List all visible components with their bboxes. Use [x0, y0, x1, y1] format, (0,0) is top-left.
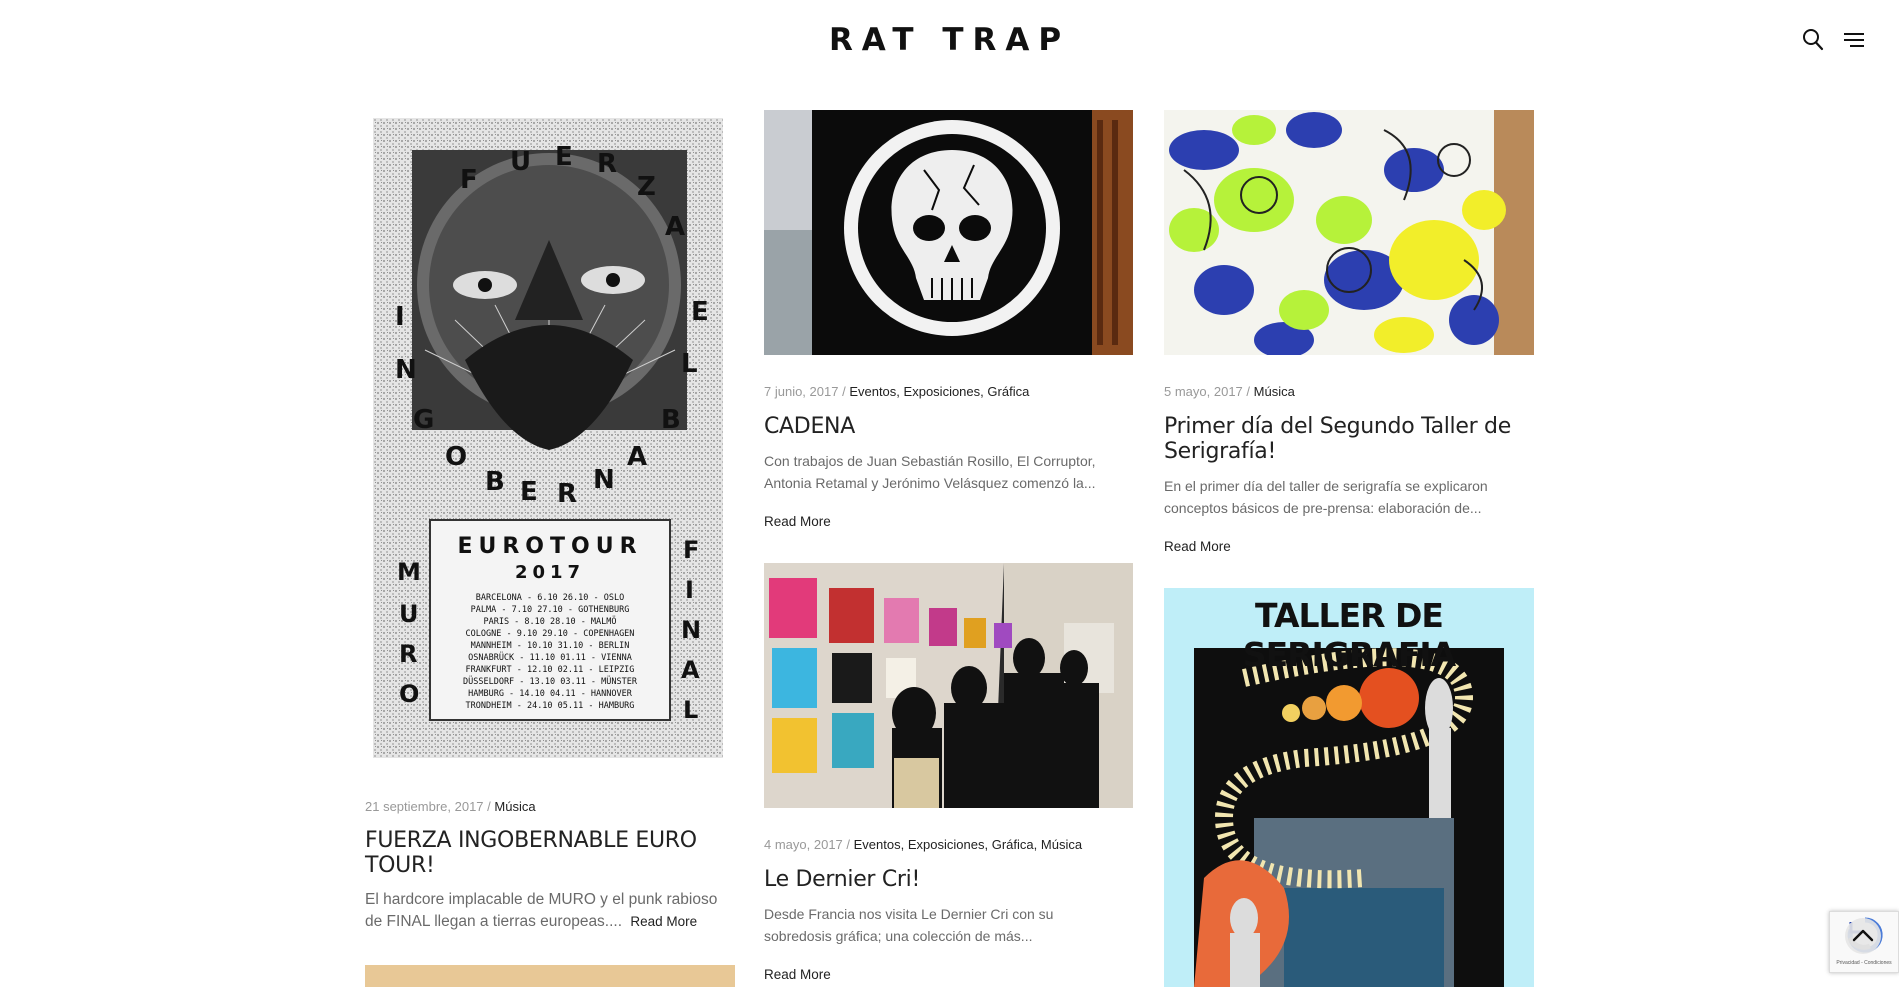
svg-text:2017: 2017	[515, 562, 585, 583]
post-date: 4 mayo, 2017	[764, 837, 843, 852]
post-meta: 21 septiembre, 2017 / Música	[365, 799, 536, 814]
post-excerpt: Con trabajos de Juan Sebastián Rosillo, …	[764, 453, 1096, 491]
post-title[interactable]: FUERZA INGOBERNABLE EURO TOUR!	[365, 828, 735, 878]
svg-text:EUROTOUR: EUROTOUR	[457, 534, 642, 559]
category-link[interactable]: Eventos	[849, 384, 896, 399]
category-link[interactable]: Música	[494, 799, 535, 814]
post-title[interactable]: Le Dernier Cri!	[764, 867, 1134, 892]
post-excerpt: En el primer día del taller de serigrafí…	[1164, 478, 1488, 516]
category-link[interactable]: Música	[1041, 837, 1082, 852]
svg-text:L: L	[681, 349, 698, 379]
category-link[interactable]: Exposiciones	[904, 384, 981, 399]
post-date: 5 mayo, 2017	[1164, 384, 1243, 399]
read-more-link[interactable]: Read More	[764, 514, 831, 529]
category-link[interactable]: Gráfica	[987, 384, 1029, 399]
post-thumbnail-next[interactable]	[365, 965, 735, 987]
chevron-up-icon	[1852, 929, 1874, 942]
category-link[interactable]: Gráfica	[992, 837, 1034, 852]
post-date: 21 septiembre, 2017	[365, 799, 484, 814]
svg-text:A: A	[665, 212, 685, 242]
post-title[interactable]: CADENA	[764, 414, 1134, 439]
svg-text:R: R	[557, 479, 577, 509]
post-title[interactable]: Primer día del Segundo Taller de Serigra…	[1164, 414, 1534, 464]
svg-text:COLOGNE - 9.10 29.10 - COPENH: COLOGNE - 9.10 29.10 - COPENHAGEN	[466, 629, 635, 639]
hamburger-menu-icon[interactable]	[1843, 31, 1865, 49]
svg-text:OSNABRÜCK - 11.10 01.11 - VIE: OSNABRÜCK - 11.10 01.11 - VIENNA	[468, 652, 632, 663]
svg-text:DÜSSELDORF - 13.10 03.11 - MÜ: DÜSSELDORF - 13.10 03.11 - MÜNSTER	[463, 676, 638, 687]
recaptcha-terms[interactable]: Privacidad - Condiciones	[1833, 960, 1895, 966]
svg-text:BARCELONA - 6.10 26.10 - OSLO: BARCELONA - 6.10 26.10 - OSLO	[476, 593, 624, 603]
svg-text:U: U	[399, 600, 419, 628]
svg-text:A: A	[681, 656, 700, 684]
post-thumbnail-fuerza[interactable]: FUE RZA ING OBE RNA BLE MURO FIN AL EURO…	[365, 110, 735, 760]
svg-text:E: E	[555, 142, 573, 172]
svg-text:R: R	[399, 640, 417, 668]
svg-text:E: E	[691, 297, 709, 327]
category-link[interactable]: Música	[1254, 384, 1295, 399]
svg-text:TRONDHEIM - 24.10 05.11 - HAM: TRONDHEIM - 24.10 05.11 - HAMBURG	[466, 701, 635, 711]
post-thumbnail-dernier-cri[interactable]	[764, 563, 1133, 808]
svg-text:L: L	[683, 696, 698, 724]
search-icon[interactable]	[1802, 28, 1824, 52]
svg-text:N: N	[395, 355, 417, 385]
svg-text:HAMBURG - 14.10 04.11 - HANNO: HAMBURG - 14.10 04.11 - HANNOVER	[468, 689, 633, 699]
svg-text:PARIS - 8.10 28.10 - MALMÖ: PARIS - 8.10 28.10 - MALMÖ	[483, 616, 616, 627]
site-header: RAT TRAP	[0, 0, 1899, 80]
site-logo[interactable]: RAT TRAP	[0, 22, 1899, 58]
scroll-to-top-button[interactable]	[1845, 918, 1881, 954]
svg-text:O: O	[399, 680, 419, 708]
read-more-link[interactable]: Read More	[630, 914, 697, 929]
svg-text:B: B	[661, 405, 681, 435]
category-link[interactable]: Eventos	[854, 837, 901, 852]
read-more-link[interactable]: Read More	[764, 967, 831, 982]
svg-text:MANNHEIM - 10.10 31.10 - BERL: MANNHEIM - 10.10 31.10 - BERLIN	[471, 641, 630, 651]
post-thumbnail-taller[interactable]	[1164, 110, 1534, 355]
post-thumbnail-cadena[interactable]	[764, 110, 1133, 355]
svg-text:FRANKFURT - 12.10 02.11 - LEI: FRANKFURT - 12.10 02.11 - LEIPZIG	[466, 665, 635, 675]
svg-text:B: B	[485, 467, 505, 497]
svg-text:I: I	[685, 576, 694, 604]
read-more-link[interactable]: Read More	[1164, 539, 1231, 554]
svg-text:Z: Z	[637, 172, 656, 202]
post-meta: 4 mayo, 2017 / Eventos, Exposiciones, Gr…	[764, 837, 1083, 852]
svg-text:G: G	[413, 405, 434, 435]
post-meta: 5 mayo, 2017 / Música	[1164, 384, 1295, 399]
post-excerpt: Desde Francia nos visita Le Dernier Cri …	[764, 906, 1054, 944]
svg-text:I: I	[395, 302, 405, 332]
svg-text:N: N	[681, 616, 701, 644]
category-link[interactable]: Exposiciones	[908, 837, 985, 852]
svg-text:PALMA - 7.10 27.10 - GOTHENBU: PALMA - 7.10 27.10 - GOTHENBURG	[471, 605, 630, 615]
svg-text:N: N	[593, 465, 615, 495]
svg-text:A: A	[627, 442, 647, 472]
svg-text:F: F	[460, 165, 478, 195]
svg-text:M: M	[397, 558, 421, 586]
svg-text:U: U	[510, 147, 531, 177]
svg-text:E: E	[520, 477, 538, 507]
post-meta: 7 junio, 2017 / Eventos, Exposiciones, G…	[764, 384, 1030, 399]
svg-text:F: F	[683, 536, 699, 564]
svg-text:O: O	[445, 442, 467, 472]
post-excerpt: El hardcore implacable de MURO y el punk…	[365, 889, 735, 933]
svg-text:R: R	[597, 149, 617, 179]
serigrafia-poster-title: TALLER DE SERIGRAFIA	[1242, 596, 1456, 674]
post-thumbnail-serigrafia[interactable]: TALLER DE SERIGRAFIA	[1164, 588, 1534, 987]
post-date: 7 junio, 2017	[764, 384, 839, 399]
